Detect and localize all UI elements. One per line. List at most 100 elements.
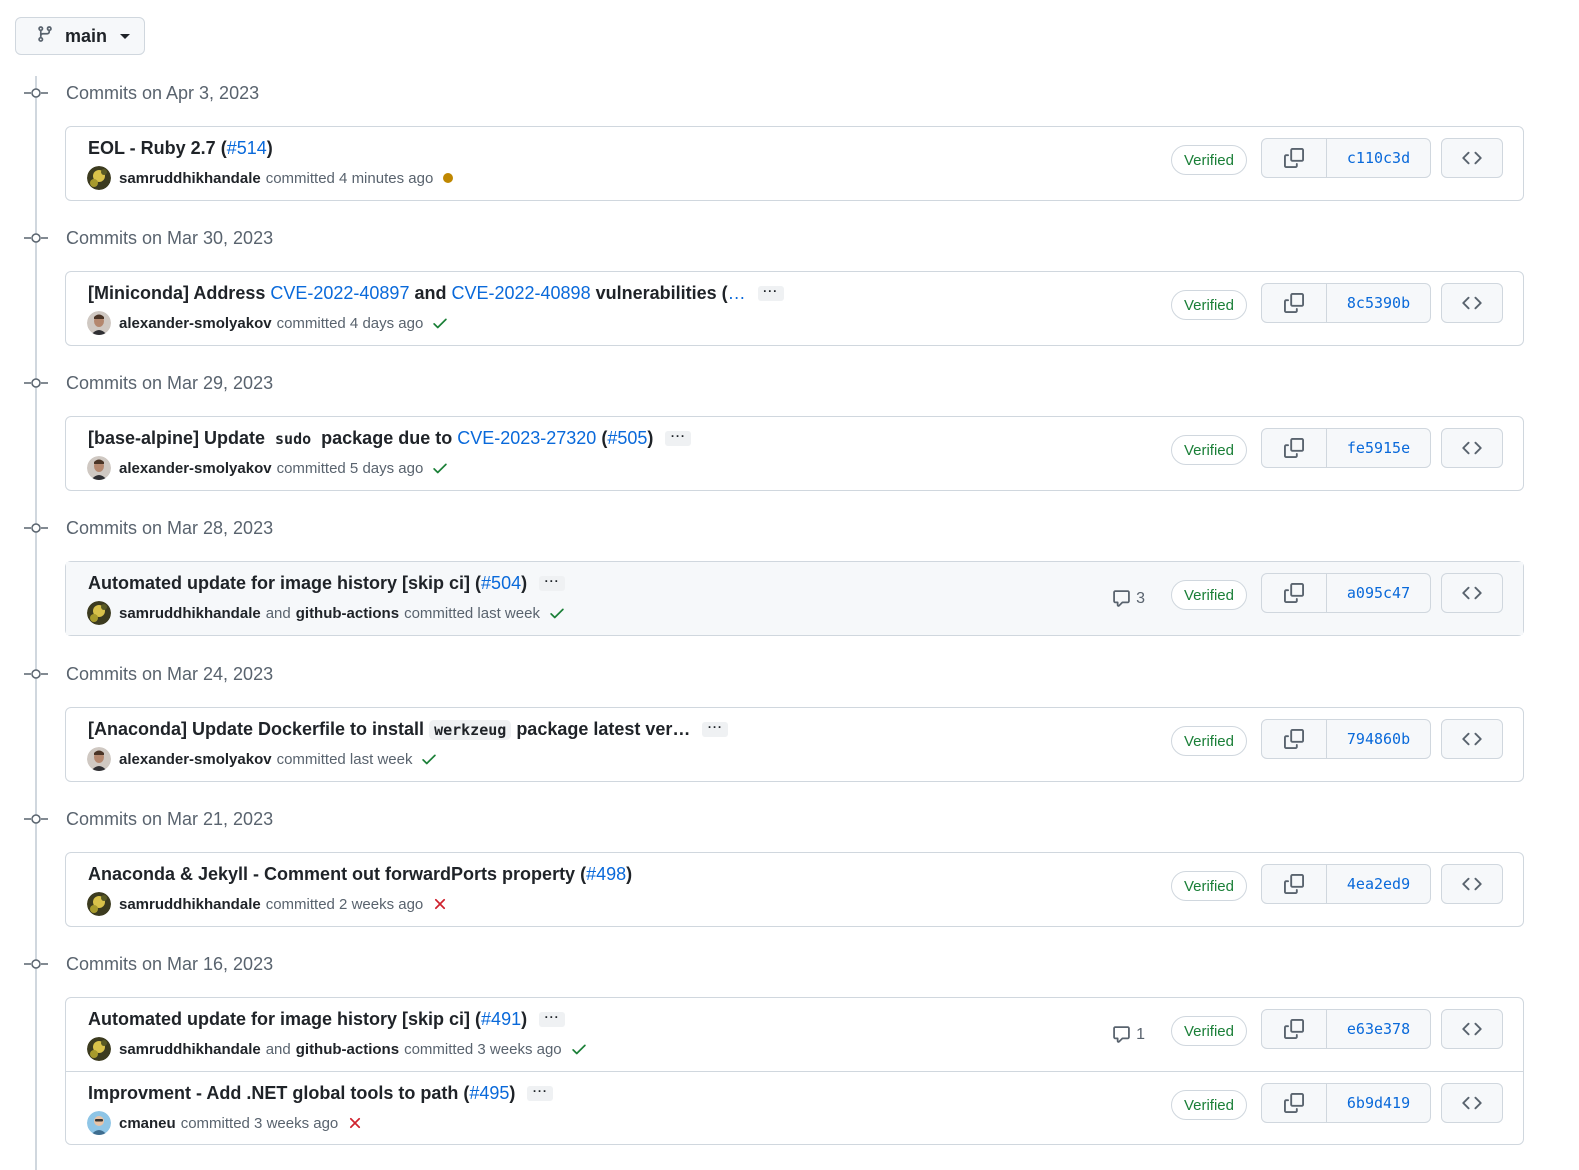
code-icon	[1462, 148, 1482, 168]
commit-meta: alexander-smolyakov committed last week	[87, 747, 438, 771]
verified-badge[interactable]: Verified	[1170, 290, 1247, 320]
pull-request-link[interactable]: #491	[481, 1009, 521, 1030]
commit-author-link[interactable]: alexander-smolyakov	[119, 751, 272, 768]
verified-badge[interactable]: Verified	[1170, 871, 1247, 901]
commit-author-link[interactable]: samruddhikhandale	[119, 605, 261, 622]
pull-request-link[interactable]: #514	[227, 138, 267, 159]
expand-description-button[interactable]: ···	[539, 575, 566, 591]
commit-sha-group: 6b9d419	[1261, 1083, 1431, 1123]
cve-link[interactable]: CVE-2022-40897	[270, 283, 409, 304]
check-icon[interactable]	[431, 314, 449, 332]
dot-fill-icon[interactable]	[441, 171, 455, 185]
expand-description-button[interactable]: ···	[702, 721, 729, 737]
copy-sha-button[interactable]	[1262, 139, 1327, 177]
commit-author-link[interactable]: samruddhikhandale	[119, 1041, 261, 1058]
check-icon[interactable]	[570, 1040, 588, 1058]
verified-badge[interactable]: Verified	[1170, 1016, 1247, 1046]
avatar[interactable]	[87, 747, 111, 771]
pull-request-link[interactable]: #495	[469, 1083, 509, 1104]
commit-sha-link[interactable]: 6b9d419	[1327, 1084, 1430, 1122]
commit-list: Automated update for image history [skip…	[65, 561, 1524, 636]
check-icon[interactable]	[420, 750, 438, 768]
cve-link[interactable]: CVE-2022-40898	[451, 283, 590, 304]
pull-request-link[interactable]: #504	[481, 573, 521, 594]
commit-sha-link[interactable]: a095c47	[1327, 574, 1430, 612]
commit-sha-link[interactable]: 4ea2ed9	[1327, 865, 1430, 903]
commit-node-icon	[24, 957, 48, 971]
commit-coauthor-link[interactable]: github-actions	[296, 605, 399, 622]
commit-row: EOL - Ruby 2.7 (#514) samruddhikhandale co…	[66, 127, 1523, 200]
verified-badge[interactable]: Verified	[1170, 145, 1247, 175]
copy-sha-button[interactable]	[1262, 720, 1327, 758]
browse-repo-button[interactable]	[1441, 1009, 1503, 1049]
commit-comments-link[interactable]: 3	[1112, 589, 1145, 608]
verified-badge[interactable]: Verified	[1170, 435, 1247, 465]
copy-sha-button[interactable]	[1262, 574, 1327, 612]
browse-repo-button[interactable]	[1441, 1083, 1503, 1123]
commit-title-more-link[interactable]: …	[728, 283, 746, 304]
copy-sha-button[interactable]	[1262, 1084, 1327, 1122]
cve-link[interactable]: CVE-2023-27320	[457, 428, 596, 449]
browse-repo-button[interactable]	[1441, 719, 1503, 759]
comment-icon	[1112, 589, 1131, 608]
commit-sha-link[interactable]: 794860b	[1327, 720, 1430, 758]
commit-title-text: vulnerabilities (	[590, 283, 728, 303]
browse-repo-button[interactable]	[1441, 573, 1503, 613]
commit-sha-link[interactable]: fe5915e	[1327, 429, 1430, 467]
verified-badge[interactable]: Verified	[1170, 726, 1247, 756]
expand-description-button[interactable]: ···	[527, 1085, 554, 1101]
commit-meta: samruddhikhandale committed 2 weeks ago	[87, 892, 449, 916]
verified-badge[interactable]: Verified	[1170, 1090, 1247, 1120]
commit-title-text: )	[647, 428, 654, 448]
branch-select-button[interactable]: main	[15, 17, 145, 55]
commit-time: committed 3 weeks ago	[180, 1114, 339, 1132]
avatar[interactable]	[87, 892, 111, 916]
commit-title-text: [Miniconda] Address	[88, 283, 271, 303]
expand-description-button[interactable]: ···	[665, 430, 692, 446]
check-icon[interactable]	[548, 604, 566, 622]
commit-node-icon	[24, 86, 48, 100]
browse-repo-button[interactable]	[1441, 864, 1503, 904]
pull-request-link[interactable]: #505	[607, 428, 647, 449]
check-icon[interactable]	[431, 459, 449, 477]
commit-title-text: Automated update for image history [skip…	[88, 573, 482, 593]
commit-node-icon	[24, 812, 48, 826]
commit-row: Anaconda & Jekyll - Comment out forwardP…	[66, 853, 1523, 926]
copy-sha-button[interactable]	[1262, 865, 1327, 903]
commit-author-link[interactable]: cmaneu	[119, 1115, 176, 1132]
commit-author-link[interactable]: samruddhikhandale	[119, 896, 261, 913]
commit-meta: alexander-smolyakov committed 5 days ago	[87, 456, 449, 480]
commit-comments-link[interactable]: 1	[1112, 1025, 1145, 1044]
commit-sha-link[interactable]: 8c5390b	[1327, 284, 1430, 322]
commit-coauthor-link[interactable]: github-actions	[296, 1041, 399, 1058]
commit-group-date: Commits on Mar 24, 2023	[66, 663, 274, 684]
expand-description-button[interactable]: ···	[539, 1011, 566, 1027]
commit-sha-link[interactable]: c110c3d	[1327, 139, 1430, 177]
commit-node-icon	[24, 667, 48, 681]
avatar[interactable]	[87, 311, 111, 335]
copy-sha-button[interactable]	[1262, 1010, 1327, 1048]
avatar[interactable]	[87, 456, 111, 480]
commit-author-link[interactable]: alexander-smolyakov	[119, 460, 272, 477]
commit-title: Automated update for image history [skip…	[88, 573, 566, 594]
pull-request-link[interactable]: #498	[586, 864, 626, 885]
verified-badge[interactable]: Verified	[1170, 580, 1247, 610]
browse-repo-button[interactable]	[1441, 428, 1503, 468]
inline-code: sudo	[275, 429, 312, 448]
expand-description-button[interactable]: ···	[757, 285, 784, 301]
browse-repo-button[interactable]	[1441, 283, 1503, 323]
copy-sha-button[interactable]	[1262, 429, 1327, 467]
avatar[interactable]	[87, 601, 111, 625]
copy-sha-button[interactable]	[1262, 284, 1327, 322]
avatar[interactable]	[87, 1037, 111, 1061]
browse-repo-button[interactable]	[1441, 138, 1503, 178]
commit-author-joiner: and	[265, 604, 291, 622]
commit-author-link[interactable]: alexander-smolyakov	[119, 315, 272, 332]
x-icon[interactable]	[346, 1114, 364, 1132]
commit-sha-link[interactable]: e63e378	[1327, 1010, 1430, 1048]
commit-author-link[interactable]: samruddhikhandale	[119, 170, 261, 187]
avatar[interactable]	[87, 1111, 111, 1135]
commit-sha-group: e63e378	[1261, 1009, 1431, 1049]
x-icon[interactable]	[431, 895, 449, 913]
avatar[interactable]	[87, 166, 111, 190]
